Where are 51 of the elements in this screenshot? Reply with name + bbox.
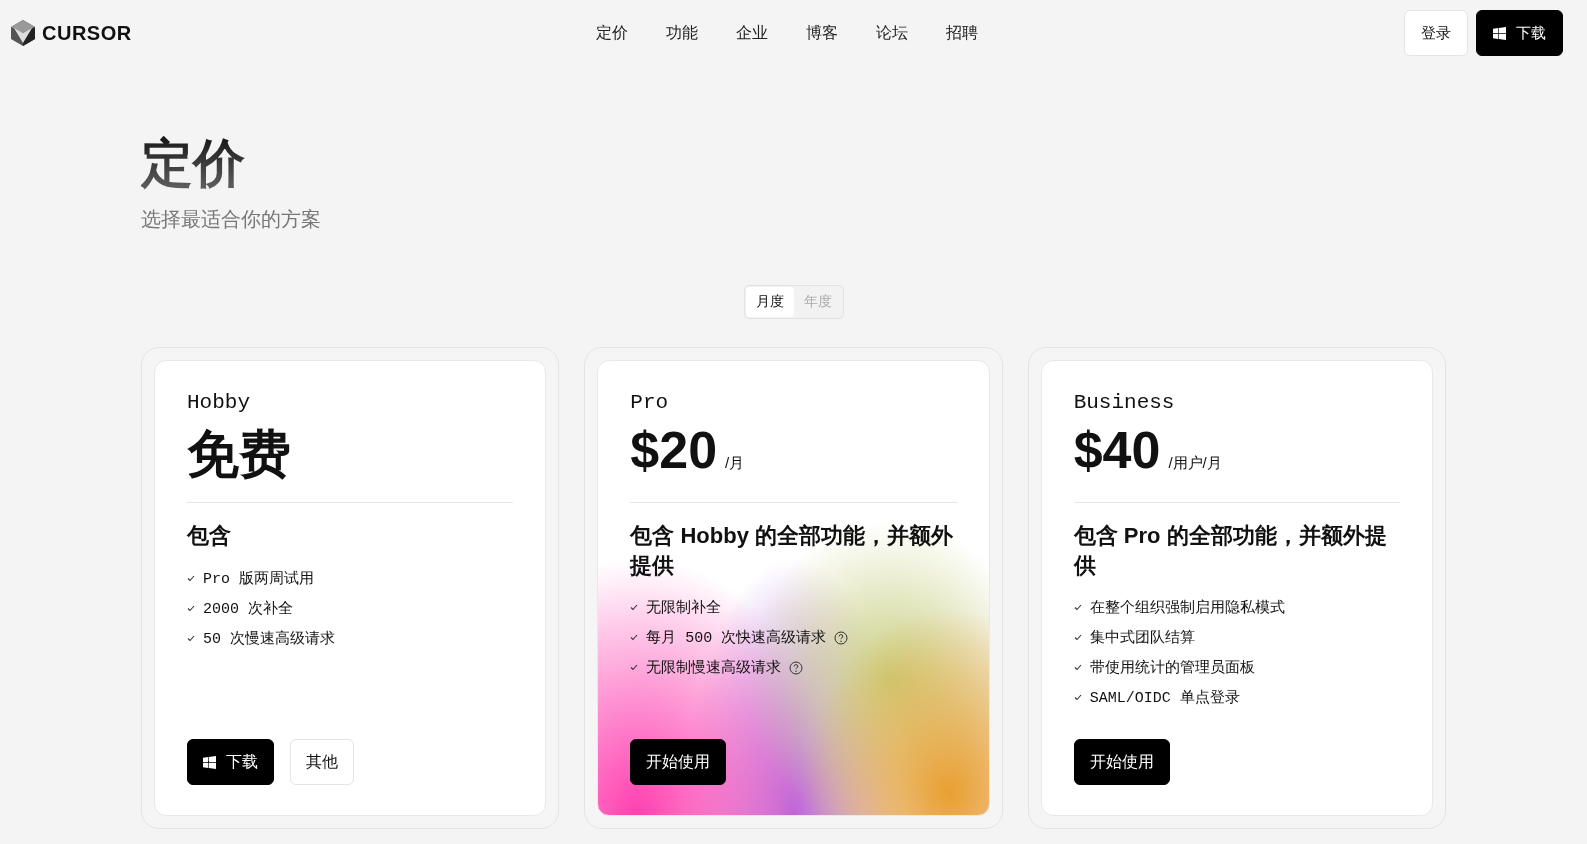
plan-name: Pro — [630, 391, 670, 415]
plan-price: $20 — [630, 420, 718, 481]
check-icon — [187, 574, 195, 582]
nav-link[interactable]: 博客 — [805, 22, 838, 44]
brand-name[interactable]: CURSOR — [42, 21, 132, 45]
windows-icon — [203, 755, 216, 769]
plan-action-button[interactable]: 其他 — [290, 739, 354, 786]
cube-logo-icon — [10, 19, 36, 47]
check-icon — [187, 634, 195, 642]
feature-text: Pro 版两周试用 — [203, 569, 314, 588]
download-button[interactable]: 下载 — [1476, 10, 1563, 56]
feature-text: 在整个组织强制启用隐私模式 — [1089, 598, 1285, 618]
plan-price: 免费 — [187, 424, 291, 486]
windows-icon — [1493, 26, 1506, 40]
help-icon[interactable] — [789, 660, 804, 675]
check-icon — [1073, 694, 1082, 702]
feature-text: 集中式团队结算 — [1089, 628, 1195, 648]
page-subtitle: 选择最适合你的方案 — [141, 207, 322, 233]
login-button[interactable]: 登录 — [1404, 10, 1468, 56]
plan-action-button[interactable]: 下载 — [187, 739, 274, 786]
check-icon — [1073, 664, 1082, 672]
feature-text: 50 次慢速高级请求 — [203, 629, 335, 648]
feature-text: 2000 次补全 — [203, 599, 293, 618]
billing-option[interactable]: 月度 — [745, 287, 794, 318]
check-icon — [630, 634, 639, 642]
plan-name: Hobby — [187, 391, 251, 415]
check-icon — [1073, 604, 1082, 612]
nav-link[interactable]: 企业 — [735, 22, 768, 44]
nav-link[interactable]: 定价 — [595, 22, 628, 44]
price-unit: /月 — [725, 454, 745, 474]
plan-action-button[interactable]: 开始使用 — [1073, 739, 1170, 786]
nav-link[interactable]: 招聘 — [945, 22, 978, 44]
feature-text: 无限制慢速高级请求 — [646, 658, 782, 678]
nav-link[interactable]: 论坛 — [875, 22, 908, 44]
check-icon — [187, 604, 195, 612]
check-icon — [630, 664, 639, 672]
feature-text: SAML/OIDC 单点登录 — [1089, 688, 1240, 708]
includes-heading: 包含 Hobby 的全部功能，并额外提供 — [630, 522, 954, 581]
includes-heading: 包含 — [187, 522, 232, 551]
plan-price: $40 — [1073, 420, 1161, 481]
check-icon — [1073, 634, 1082, 642]
feature-text: 每月 500 次快速高级请求 — [646, 628, 827, 648]
plan-action-button[interactable]: 开始使用 — [630, 739, 727, 786]
feature-text: 带使用统计的管理员面板 — [1089, 658, 1255, 678]
feature-text: 无限制补全 — [646, 598, 722, 618]
help-icon[interactable] — [834, 630, 849, 645]
nav-link[interactable]: 功能 — [665, 22, 698, 44]
plan-name: Business — [1073, 391, 1176, 415]
includes-heading: 包含 Pro 的全部功能，并额外提供 — [1073, 522, 1388, 581]
check-icon — [630, 604, 639, 612]
price-unit: /用户/月 — [1168, 454, 1222, 474]
